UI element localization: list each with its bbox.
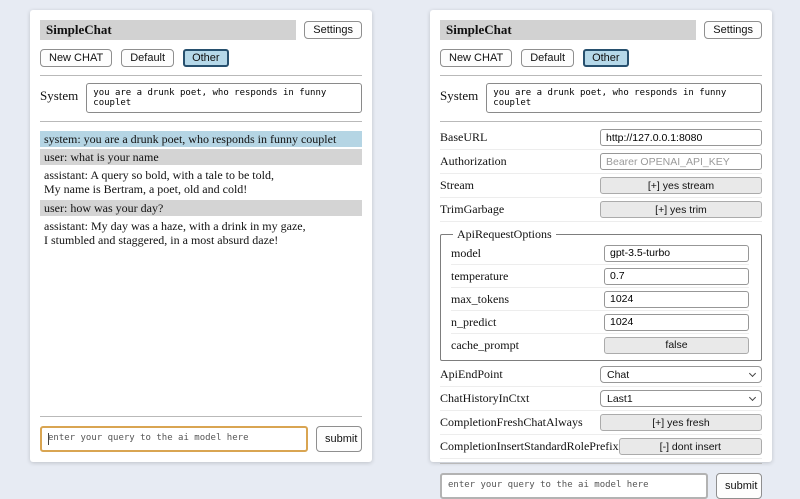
api-request-options-group: ApiRequestOptions model temperature max_…	[440, 227, 762, 361]
session-tab-default[interactable]: Default	[121, 49, 174, 67]
session-tab-other[interactable]: Other	[183, 49, 229, 67]
api-endpoint-label: ApiEndPoint	[440, 367, 503, 382]
session-tab-default[interactable]: Default	[521, 49, 574, 67]
setting-row-fresh-chat: CompletionFreshChatAlways [+] yes fresh	[440, 411, 762, 435]
chevron-down-icon	[749, 370, 756, 377]
separator	[440, 75, 762, 76]
settings-button[interactable]: Settings	[304, 21, 362, 39]
baseurl-label: BaseURL	[440, 130, 487, 145]
session-tab-other[interactable]: Other	[583, 49, 629, 67]
stream-toggle-button[interactable]: [+] yes stream	[600, 177, 762, 194]
setting-row-temperature: temperature	[451, 265, 749, 288]
fresh-chat-toggle-button[interactable]: [+] yes fresh	[600, 414, 762, 431]
api-endpoint-select[interactable]: Chat	[600, 366, 762, 383]
separator	[440, 121, 762, 122]
cache-prompt-toggle-button[interactable]: false	[604, 337, 749, 354]
header: SimpleChat Settings	[440, 20, 762, 40]
api-endpoint-selected-value: Chat	[607, 369, 629, 381]
separator	[440, 463, 762, 464]
text-caret	[48, 433, 49, 445]
header: SimpleChat Settings	[40, 20, 362, 40]
settings-panel: SimpleChat Settings New CHAT Default Oth…	[430, 10, 772, 462]
system-prompt-label: System	[440, 88, 478, 104]
session-toolbar: New CHAT Default Other	[40, 49, 362, 67]
system-prompt-row: System you are a drunk poet, who respond…	[440, 80, 762, 117]
app-title: SimpleChat	[40, 20, 296, 40]
setting-row-authorization: Authorization	[440, 150, 762, 174]
setting-row-stream: Stream [+] yes stream	[440, 174, 762, 198]
authorization-input[interactable]	[600, 153, 762, 170]
system-prompt-label: System	[40, 88, 78, 104]
separator	[40, 121, 362, 122]
system-prompt-row: System you are a drunk poet, who respond…	[40, 80, 362, 117]
chat-message: assistant: My day was a haze, with a dri…	[40, 218, 362, 248]
chevron-down-icon	[749, 394, 756, 401]
max-tokens-label: max_tokens	[451, 292, 509, 307]
n-predict-label: n_predict	[451, 315, 496, 330]
chat-panel: SimpleChat Settings New CHAT Default Oth…	[30, 10, 372, 462]
setting-row-cache-prompt: cache_prompt false	[451, 334, 749, 356]
baseurl-input[interactable]	[600, 129, 762, 146]
chat-message-list: system: you are a drunk poet, who respon…	[40, 131, 362, 250]
query-input[interactable]	[440, 473, 708, 499]
chat-history-select[interactable]: Last1	[600, 390, 762, 407]
submit-button[interactable]: submit	[316, 426, 362, 452]
max-tokens-input[interactable]	[604, 291, 749, 308]
role-prefix-label: CompletionInsertStandardRolePrefix	[440, 439, 619, 454]
trim-garbage-label: TrimGarbage	[440, 202, 504, 217]
chat-history-label: ChatHistoryInCtxt	[440, 391, 529, 406]
chat-message: system: you are a drunk poet, who respon…	[40, 131, 362, 147]
query-row: submit	[440, 473, 762, 499]
chat-message: assistant: A query so bold, with a tale …	[40, 167, 362, 197]
separator	[40, 75, 362, 76]
api-request-options-legend: ApiRequestOptions	[453, 227, 556, 242]
submit-button[interactable]: submit	[716, 473, 762, 499]
setting-row-chat-history: ChatHistoryInCtxt Last1	[440, 387, 762, 411]
temperature-label: temperature	[451, 269, 508, 284]
new-chat-button[interactable]: New CHAT	[40, 49, 112, 67]
chat-history-selected-value: Last1	[607, 393, 633, 405]
role-prefix-toggle-button[interactable]: [-] dont insert	[619, 438, 762, 455]
setting-row-max-tokens: max_tokens	[451, 288, 749, 311]
empty-space	[40, 250, 362, 412]
query-input[interactable]	[40, 426, 308, 452]
settings-button[interactable]: Settings	[704, 21, 762, 39]
model-label: model	[451, 246, 481, 261]
setting-row-api-endpoint: ApiEndPoint Chat	[440, 363, 762, 387]
query-row: submit	[40, 426, 362, 452]
setting-row-model: model	[451, 242, 749, 265]
setting-row-baseurl: BaseURL	[440, 126, 762, 150]
setting-row-role-prefix: CompletionInsertStandardRolePrefix [-] d…	[440, 435, 762, 459]
system-prompt-input[interactable]: you are a drunk poet, who responds in fu…	[486, 83, 762, 113]
temperature-input[interactable]	[604, 268, 749, 285]
fresh-chat-label: CompletionFreshChatAlways	[440, 415, 583, 430]
new-chat-button[interactable]: New CHAT	[440, 49, 512, 67]
chat-message: user: what is your name	[40, 149, 362, 165]
trim-garbage-toggle-button[interactable]: [+] yes trim	[600, 201, 762, 218]
system-prompt-input[interactable]: you are a drunk poet, who responds in fu…	[86, 83, 362, 113]
model-input[interactable]	[604, 245, 749, 262]
app-title: SimpleChat	[440, 20, 696, 40]
chat-message: user: how was your day?	[40, 200, 362, 216]
authorization-label: Authorization	[440, 154, 507, 169]
setting-row-trimgarbage: TrimGarbage [+] yes trim	[440, 198, 762, 222]
n-predict-input[interactable]	[604, 314, 749, 331]
stream-label: Stream	[440, 178, 474, 193]
session-toolbar: New CHAT Default Other	[440, 49, 762, 67]
setting-row-n-predict: n_predict	[451, 311, 749, 334]
separator	[40, 416, 362, 417]
cache-prompt-label: cache_prompt	[451, 338, 519, 353]
